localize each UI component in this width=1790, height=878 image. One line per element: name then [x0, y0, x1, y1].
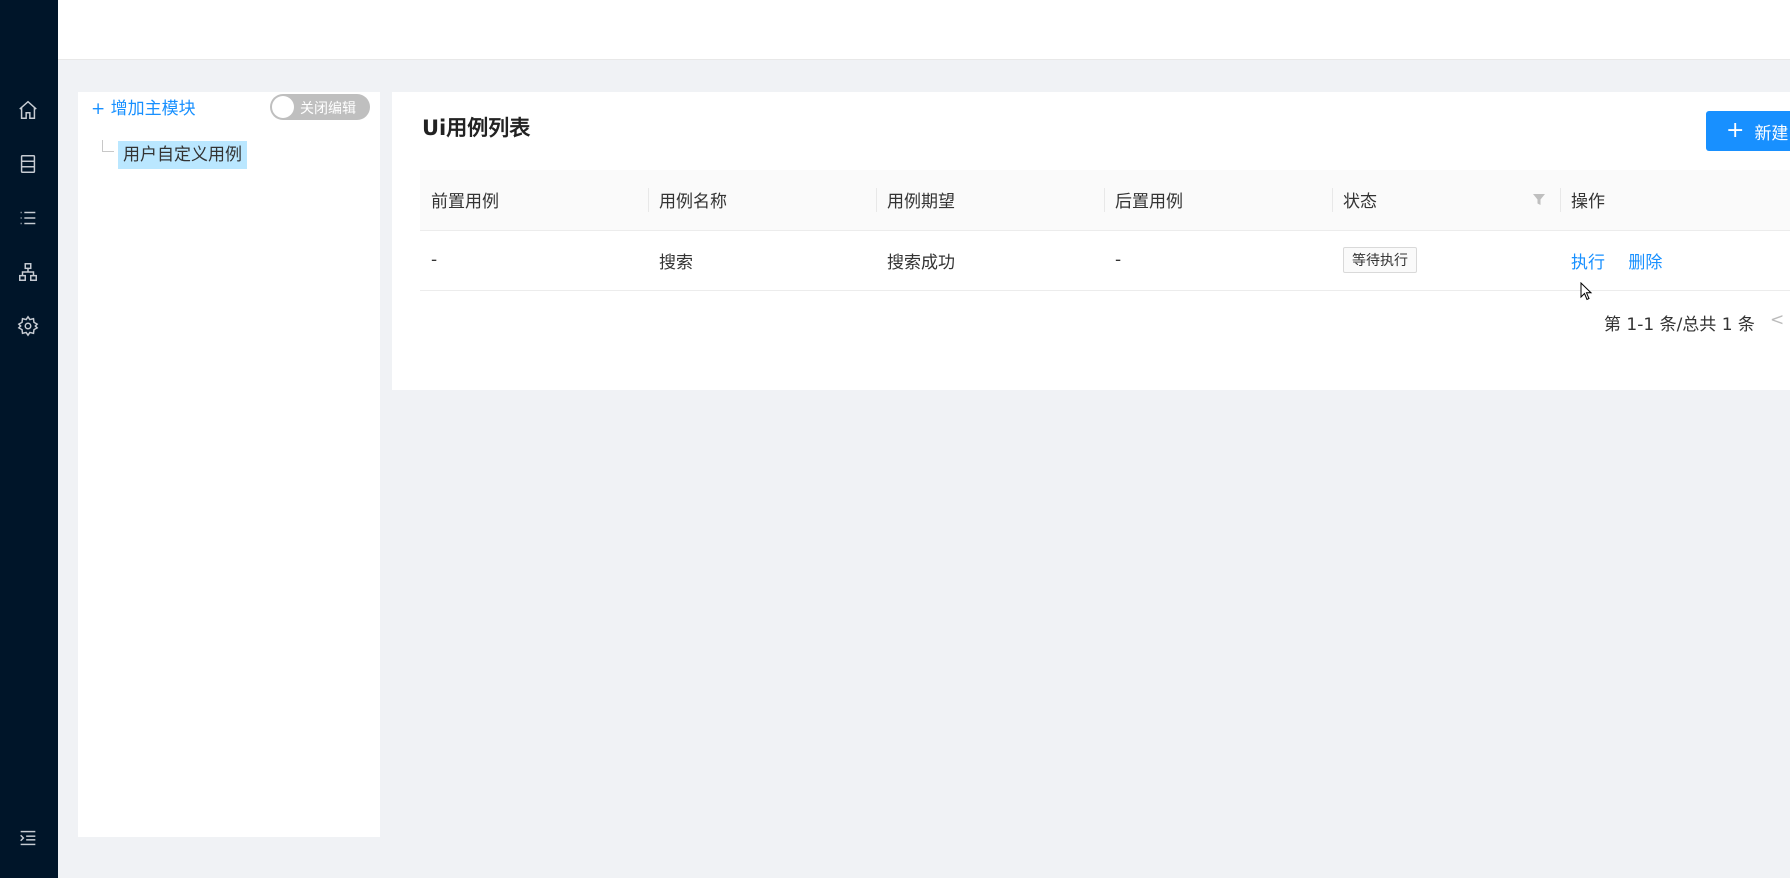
top-header — [58, 0, 1790, 60]
sidebar — [0, 0, 58, 878]
table-header-row: 前置用例 用例名称 用例期望 后置用例 状态 操作 — [420, 170, 1790, 231]
column-label: 前置用例 — [431, 192, 499, 213]
case-table: 前置用例 用例名称 用例期望 后置用例 状态 操作 - 搜索 搜索成功 - 等待… — [420, 170, 1790, 291]
status-badge: 等待执行 — [1343, 247, 1417, 273]
column-label: 操作 — [1571, 192, 1605, 213]
cell-pre-case: - — [420, 230, 648, 291]
sitemap-icon[interactable] — [16, 260, 40, 284]
column-header-post-case: 后置用例 — [1104, 170, 1332, 231]
case-list-card: Ui用例列表 + 新建 前置用例 用例名称 用例期望 后置用例 状态 操作 - — [392, 92, 1790, 390]
tree-connector — [102, 140, 114, 152]
mouse-cursor-icon — [1580, 282, 1593, 301]
delete-link[interactable]: 删除 — [1628, 253, 1662, 273]
cell-expectation: 搜索成功 — [876, 230, 1104, 291]
column-header-status: 状态 — [1332, 170, 1560, 231]
column-divider — [1560, 188, 1561, 212]
cell-status: 等待执行 — [1332, 230, 1560, 291]
column-header-pre-case: 前置用例 — [420, 170, 648, 231]
column-divider — [876, 188, 877, 212]
gear-icon[interactable] — [16, 314, 40, 338]
toggle-knob — [272, 96, 294, 118]
column-label: 用例期望 — [887, 192, 955, 213]
table-row: - 搜索 搜索成功 - 等待执行 执行 删除 — [420, 230, 1790, 291]
edit-toggle[interactable]: 关闭编辑 — [270, 94, 370, 120]
cell-actions: 执行 删除 — [1560, 230, 1790, 291]
column-divider — [1332, 188, 1333, 212]
new-button-label: 新建 — [1754, 123, 1789, 144]
filter-icon[interactable] — [1532, 192, 1546, 206]
column-divider — [648, 188, 649, 212]
menu-collapse-icon[interactable] — [16, 826, 40, 850]
toggle-label: 关闭编辑 — [300, 101, 356, 117]
tree-node-custom-cases[interactable]: 用户自定义用例 — [118, 141, 247, 169]
column-label: 状态 — [1343, 192, 1377, 213]
server-icon[interactable] — [16, 152, 40, 176]
plus-icon: + — [1726, 118, 1745, 143]
home-icon[interactable] — [16, 98, 40, 122]
column-header-case-name: 用例名称 — [648, 170, 876, 231]
new-case-button[interactable]: + 新建 — [1706, 111, 1790, 151]
list-icon[interactable] — [16, 206, 40, 230]
column-divider — [1104, 188, 1105, 212]
column-label: 后置用例 — [1115, 192, 1183, 213]
add-main-module-link[interactable]: + 增加主模块 — [91, 94, 196, 119]
page-title: Ui用例列表 — [422, 116, 531, 140]
cell-case-name: 搜索 — [648, 230, 876, 291]
prev-page-button[interactable]: < — [1770, 310, 1784, 330]
execute-link[interactable]: 执行 — [1571, 253, 1605, 273]
column-header-expectation: 用例期望 — [876, 170, 1104, 231]
cell-post-case: - — [1104, 230, 1332, 291]
module-tree-panel: + 增加主模块 关闭编辑 用户自定义用例 — [78, 92, 380, 837]
pagination-total: 第 1-1 条/总共 1 条 — [1604, 315, 1755, 335]
column-label: 用例名称 — [659, 192, 727, 213]
column-header-actions: 操作 — [1560, 170, 1790, 231]
